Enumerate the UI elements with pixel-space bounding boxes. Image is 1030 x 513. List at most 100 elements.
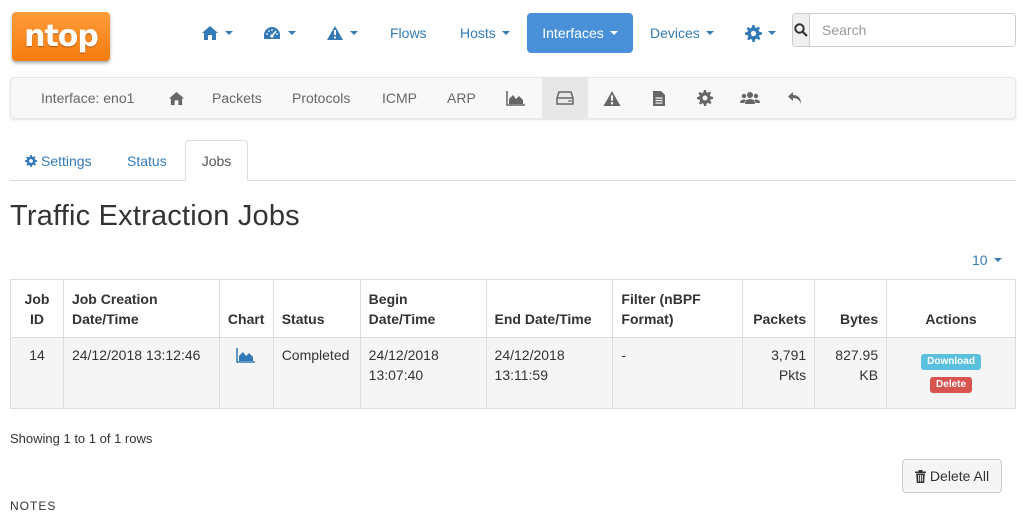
col-job-creation[interactable]: Job Creation Date/Time [62, 279, 220, 338]
col-begin[interactable]: Begin Date/Time [359, 279, 487, 338]
nav-alerts-menu[interactable] [311, 13, 373, 53]
ntop-logo[interactable]: ntop [12, 12, 110, 61]
subnav-back[interactable] [785, 78, 805, 118]
cell-job-creation: 24/12/2018 13:12:46 [62, 337, 220, 409]
nav-home-menu[interactable] [186, 13, 248, 53]
subnav-packets-text: Packets [212, 90, 262, 106]
col-actions: Actions [886, 279, 1016, 338]
nav-settings-menu[interactable] [730, 13, 791, 53]
delete-button[interactable]: Delete [930, 377, 973, 393]
warning-icon [603, 90, 621, 106]
delete-all-button[interactable]: Delete All [902, 459, 1002, 493]
chevron-down-icon [350, 31, 358, 35]
header-text: Bytes [839, 311, 879, 327]
gear-icon [25, 154, 37, 167]
gear-icon [745, 24, 762, 42]
nav-devices-menu[interactable]: Devices [635, 13, 729, 53]
search-button[interactable] [793, 14, 810, 46]
search-input[interactable] [810, 14, 1015, 46]
nav-devices-label: Devices [650, 25, 700, 41]
chevron-down-icon [768, 31, 776, 35]
page-title: Traffic Extraction Jobs [10, 200, 300, 232]
cell-job-id: 14 [10, 337, 64, 409]
nav-dashboard-menu[interactable] [247, 13, 311, 53]
subnav-reports[interactable] [649, 78, 669, 118]
header-text: ID [29, 311, 44, 327]
header-text: Status [281, 311, 325, 327]
reply-icon [788, 92, 801, 104]
bytes-value: 827.95 [835, 347, 879, 363]
subnav-icmp[interactable]: ICMP [382, 78, 417, 118]
subnav-alerts[interactable] [601, 78, 623, 118]
chevron-down-icon [993, 258, 1002, 262]
subnav-settings[interactable] [694, 78, 716, 118]
subnav-arp[interactable]: ARP [447, 78, 476, 118]
home-icon [202, 26, 218, 40]
table-row: 14 24/12/2018 13:12:46 Completed 24/12/2… [10, 337, 1016, 409]
subnav-icmp-text: ICMP [382, 90, 417, 106]
packets-unit: Pkts [778, 367, 807, 383]
tab-status-label: Status [127, 152, 167, 169]
cell-chart [218, 337, 274, 409]
gear-icon [697, 90, 713, 106]
col-filter[interactable]: Filter (nBPF Format) [612, 279, 744, 338]
col-status[interactable]: Status [272, 279, 361, 338]
cell-filter: - [612, 337, 744, 409]
logo-text: ntop [24, 19, 99, 54]
subnav-interface-label[interactable]: Interface: eno1 [41, 78, 134, 118]
bytes-unit: KB [859, 367, 879, 383]
cell-bytes: 827.95 KB [814, 337, 888, 409]
begin-time: 13:07:40 [368, 367, 424, 383]
tab-jobs[interactable]: Jobs [185, 140, 248, 181]
col-packets[interactable]: Packets [742, 279, 816, 338]
nav-flows[interactable]: Flows [375, 13, 442, 53]
nav-interfaces-label: Interfaces [542, 25, 604, 41]
notes-heading: NOTES [10, 499, 57, 513]
subnav-packets[interactable]: Packets [212, 78, 262, 118]
tab-settings-label: Settings [41, 152, 92, 169]
chevron-down-icon [225, 31, 233, 35]
col-job-id[interactable]: Job ID [10, 279, 64, 338]
chevron-down-icon [705, 31, 714, 35]
interface-subnav: Interface: eno1 Packets Protocols ICMP A… [10, 77, 1016, 119]
pagination-info: Showing 1 to 1 of 1 rows [10, 431, 153, 446]
users-icon [740, 92, 760, 104]
header-text: Job [24, 291, 50, 307]
jobs-table: Job ID Job Creation Date/Time Chart Stat… [10, 279, 1016, 409]
cell-end: 24/12/2018 13:11:59 [485, 337, 614, 409]
subnav-historical-chart[interactable] [501, 78, 531, 118]
tab-settings[interactable]: Settings [10, 140, 107, 181]
tab-status[interactable]: Status [112, 140, 182, 181]
chevron-down-icon [609, 31, 618, 35]
subnav-home[interactable] [165, 78, 187, 118]
col-bytes[interactable]: Bytes [814, 279, 888, 338]
col-end[interactable]: End Date/Time [485, 279, 614, 338]
header-text: Date/Time [368, 311, 436, 327]
download-button[interactable]: Download [921, 354, 981, 370]
header-text: Format) [621, 311, 674, 327]
header-text: Chart [227, 311, 265, 327]
search-box [792, 13, 1016, 47]
end-time: 13:11:59 [494, 367, 548, 383]
nav-hosts-menu[interactable]: Hosts [445, 13, 525, 53]
chevron-down-icon [288, 31, 296, 35]
begin-date: 24/12/2018 [368, 347, 439, 363]
subnav-arp-text: ARP [447, 90, 476, 106]
nav-interfaces-menu[interactable]: Interfaces [527, 13, 633, 53]
subnav-pools[interactable] [738, 78, 762, 118]
chevron-down-icon [501, 31, 510, 35]
header-text: Filter (nBPF [621, 291, 701, 307]
header-text: Date/Time [71, 311, 139, 327]
search-icon [794, 23, 808, 37]
cell-status: Completed [272, 337, 361, 409]
subnav-traffic-recording[interactable] [542, 78, 588, 118]
home-icon [168, 91, 184, 105]
warning-icon [327, 26, 343, 40]
area-chart-icon[interactable] [235, 347, 257, 363]
table-header-row: Job ID Job Creation Date/Time Chart Stat… [10, 279, 1016, 338]
packets-value: 3,791 [771, 347, 807, 363]
end-date: 24/12/2018 [494, 347, 565, 363]
header-text: Job Creation [71, 291, 158, 307]
page-size-dropdown[interactable]: 10 [972, 252, 1002, 268]
subnav-protocols[interactable]: Protocols [292, 78, 350, 118]
